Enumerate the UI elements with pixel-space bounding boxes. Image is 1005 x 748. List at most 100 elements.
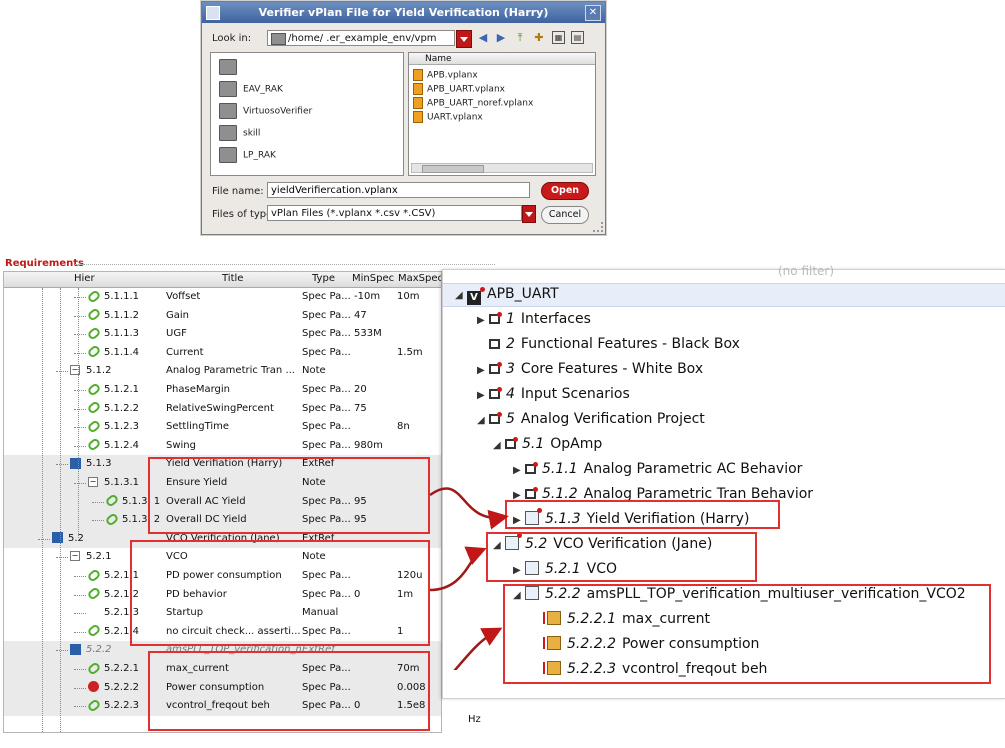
tree-item-label: Analog Verification Project	[520, 411, 705, 427]
resize-grip-icon[interactable]	[593, 222, 603, 232]
expand-triangle-icon[interactable]: ▶	[477, 310, 489, 332]
folder-item[interactable]: skill	[219, 125, 260, 141]
folder-item[interactable]: EAV_RAK	[219, 81, 283, 97]
tree-connector	[74, 445, 86, 447]
highlight-box-yield	[148, 457, 430, 534]
cell-minspec: -10m	[354, 291, 381, 302]
table-row[interactable]: 5.1.1.2 Gain Spec Pa... 47	[4, 307, 441, 326]
cell-title: SettlingTime	[166, 421, 230, 433]
parent-folder-icon[interactable]: ⤒	[513, 31, 527, 45]
collapse-triangle-icon[interactable]: ◢	[455, 285, 467, 307]
cell-hier: 5.2.2.2	[104, 681, 139, 693]
files-of-type-dropdown-button[interactable]	[522, 205, 536, 223]
column-header-type[interactable]: Type	[312, 273, 335, 284]
column-header-minspec[interactable]: MinSpec	[352, 273, 394, 284]
folder-item[interactable]	[219, 59, 243, 75]
table-row[interactable]: 5.1.2.2 RelativeSwingPercent Spec Pa... 75	[4, 400, 441, 419]
tree-connector	[74, 594, 86, 596]
collapse-icon[interactable]: −	[70, 548, 80, 566]
cell-minspec: 20	[354, 384, 367, 395]
tree-guide-line	[42, 288, 43, 732]
folder-item[interactable]: VirtuosoVerifier	[219, 103, 312, 119]
cancel-button[interactable]: Cancel	[541, 206, 589, 224]
file-item[interactable]: APB_UART.vplanx	[413, 83, 505, 95]
folder-item[interactable]: LP_RAK	[219, 147, 276, 163]
new-folder-icon[interactable]: ✚	[532, 31, 546, 45]
table-row[interactable]: 5.1.2.1 PhaseMargin Spec Pa... 20	[4, 381, 441, 400]
cell-hier: 5.1.1.4	[104, 346, 139, 358]
expand-triangle-icon[interactable]: ▶	[477, 360, 489, 382]
chevron-down-icon	[460, 37, 468, 42]
file-item[interactable]: APB_UART_noref.vplanx	[413, 97, 533, 109]
table-row[interactable]: 5.1.1.4 Current Spec Pa... 1.5m	[4, 344, 441, 363]
scrollbar-thumb[interactable]	[422, 165, 484, 173]
tree-item-label: Input Scenarios	[520, 386, 630, 402]
tree-connector	[56, 650, 68, 652]
file-list-header[interactable]: Name	[409, 53, 595, 65]
table-row[interactable]: 5.1.1.3 UGF Spec Pa... 533M	[4, 325, 441, 344]
link-icon	[88, 400, 100, 418]
file-item[interactable]: UART.vplanx	[413, 111, 483, 123]
tree-item[interactable]: ◢ 5 Analog Verification Project	[477, 408, 705, 430]
table-row[interactable]: 5.1.2.4 Swing Spec Pa... 980m	[4, 437, 441, 456]
tree-connector	[74, 352, 86, 354]
tree-item[interactable]: ◢ 5.1 OpAmp	[493, 433, 602, 455]
look-in-dropdown-button[interactable]	[456, 30, 472, 48]
column-header-title[interactable]: Title	[222, 273, 243, 284]
collapse-icon[interactable]: −	[88, 474, 98, 492]
file-list-pane[interactable]: Name APB.vplanx APB_UART.vplanx APB_UART…	[408, 52, 596, 176]
link-icon	[106, 493, 118, 511]
tree-connector	[74, 706, 86, 708]
tree-item[interactable]: ▶ 4 Input Scenarios	[477, 383, 630, 405]
tree-item[interactable]: 2 Functional Features - Black Box	[477, 333, 740, 355]
cell-title: Analog Parametric Tran ...	[166, 365, 295, 377]
look-in-combo[interactable]: /home/ .er_example_env/vpm	[267, 30, 455, 46]
list-view-icon[interactable]: ▦	[552, 31, 565, 44]
tree-item[interactable]: ◢ V APB_UART	[455, 283, 559, 305]
cell-hier: 5.1.2	[86, 365, 112, 377]
tree-item-label: Core Features - White Box	[520, 361, 704, 377]
detail-view-icon[interactable]: ▤	[571, 31, 584, 44]
column-header-maxspec[interactable]: MaxSpec	[398, 273, 441, 284]
tree-connector	[56, 464, 68, 466]
close-icon[interactable]: ✕	[585, 5, 601, 21]
cell-minspec: 47	[354, 309, 367, 321]
expand-triangle-icon[interactable]: ▶	[477, 385, 489, 407]
files-of-type-select[interactable]: vPlan Files (*.vplanx *.csv *.CSV)	[267, 205, 522, 221]
collapse-triangle-icon[interactable]: ◢	[477, 410, 489, 432]
tree-item[interactable]: ▶ 5.1.1 Analog Parametric AC Behavior	[513, 458, 802, 480]
look-in-label: Look in:	[212, 33, 252, 44]
cell-minspec: 980m	[354, 439, 383, 451]
tree-connector	[38, 538, 50, 540]
sidebar-folders-pane[interactable]: EAV_RAK VirtuosoVerifier skill LP_RAK	[210, 52, 404, 176]
tree-item-label: OpAmp	[550, 436, 603, 452]
cell-type: Spec Pa...	[302, 439, 350, 451]
section-divider	[75, 264, 495, 265]
cell-maxspec: 8n	[397, 421, 410, 433]
table-row[interactable]: −5.1.2 Analog Parametric Tran ... Note	[4, 362, 441, 381]
tree-item[interactable]: ▶ 1 Interfaces	[477, 308, 591, 330]
file-icon	[413, 97, 423, 109]
file-item[interactable]: APB.vplanx	[413, 69, 478, 81]
file-name-input[interactable]	[267, 182, 530, 198]
forward-arrow-icon[interactable]: ▶	[494, 31, 508, 45]
column-header-hier[interactable]: Hier	[74, 273, 95, 284]
cell-type: Spec Pa...	[302, 402, 350, 414]
back-arrow-icon[interactable]: ◀	[476, 31, 490, 45]
cell-title: UGF	[166, 328, 187, 340]
cell-title: Gain	[166, 309, 189, 321]
horizontal-scrollbar[interactable]	[411, 163, 593, 173]
cell-hier: 5.2	[68, 532, 84, 544]
table-row[interactable]: 5.1.2.3 SettlingTime Spec Pa... 8n	[4, 418, 441, 437]
collapse-triangle-icon[interactable]: ◢	[493, 435, 505, 457]
tree-connector	[92, 520, 104, 522]
section-icon	[489, 412, 502, 424]
stop-icon	[88, 679, 99, 697]
tree-guide-line	[60, 288, 61, 732]
cell-maxspec: 10m	[397, 291, 420, 302]
open-button[interactable]: Open	[541, 182, 589, 200]
tree-item[interactable]: ▶ 3 Core Features - White Box	[477, 358, 703, 380]
link-icon	[88, 660, 100, 678]
table-row[interactable]: 5.1.1.1 Voffset Spec Pa... -10m 10m	[4, 288, 441, 307]
file-icon	[413, 69, 423, 81]
